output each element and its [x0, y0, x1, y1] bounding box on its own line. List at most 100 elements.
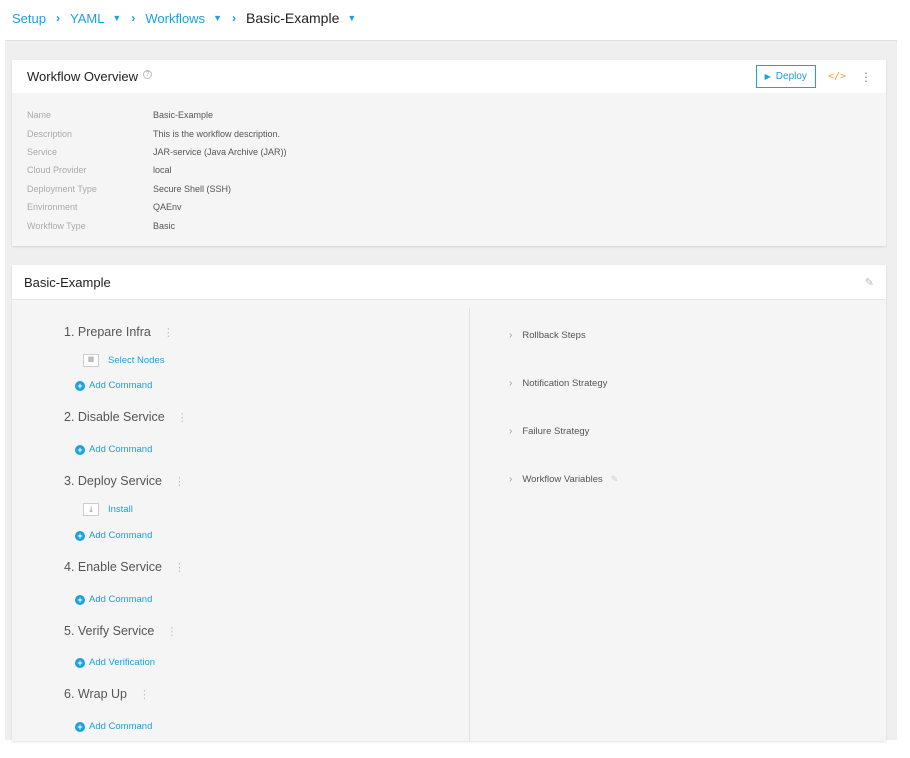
property-label: Name: [27, 110, 52, 121]
help-icon[interactable]: ?: [143, 70, 153, 79]
chevron-right-icon: ›: [509, 330, 513, 341]
add-label: Add Command: [89, 721, 153, 732]
add-command-link[interactable]: + Add Command: [75, 721, 152, 732]
property-value: local: [153, 165, 172, 176]
property-row: Deployment Type Secure Shell (SSH): [27, 180, 871, 198]
workflow-title: Basic-Example: [24, 274, 111, 290]
phase-enable-service[interactable]: 4. Enable Service ⋮: [64, 560, 185, 574]
deploy-button[interactable]: ▶ Deploy: [755, 65, 816, 88]
more-options-icon[interactable]: ⋮: [860, 70, 872, 84]
phase-disable-service[interactable]: 2. Disable Service ⋮: [64, 410, 188, 424]
caret-down-icon[interactable]: ▼: [112, 13, 121, 23]
phase-label: 6. Wrap Up: [64, 687, 127, 701]
add-label: Add Command: [89, 530, 153, 541]
step-install[interactable]: ⤓ Install: [83, 503, 133, 516]
property-row: Workflow Type Basic: [27, 216, 871, 234]
chevron-right-icon: ›: [509, 426, 513, 437]
more-options-icon[interactable]: ⋮: [174, 562, 185, 574]
add-command-link[interactable]: + Add Command: [75, 380, 152, 391]
more-options-icon[interactable]: ⋮: [163, 327, 174, 339]
caret-down-icon[interactable]: ▼: [347, 13, 356, 23]
add-command-link[interactable]: + Add Command: [75, 530, 152, 541]
breadcrumb: Setup › YAML ▼ › Workflows ▼ › Basic-Exa…: [12, 0, 356, 36]
plus-icon: +: [75, 594, 85, 605]
plus-icon: +: [75, 530, 85, 541]
property-label: Deployment Type: [27, 183, 97, 194]
phase-label: 3. Deploy Service: [64, 474, 162, 488]
breadcrumb-current: Basic-Example: [245, 10, 340, 26]
property-row: Service JAR-service (Java Archive (JAR)): [27, 143, 871, 161]
side-item-label: Workflow Variables: [522, 474, 603, 485]
caret-down-icon[interactable]: ▼: [213, 13, 222, 23]
download-icon: ⤓: [83, 503, 99, 516]
plus-icon: +: [75, 444, 85, 455]
edit-pencil-icon[interactable]: ✎: [611, 474, 619, 485]
property-row: Cloud Provider local: [27, 161, 871, 179]
phase-deploy-service[interactable]: 3. Deploy Service ⋮: [64, 474, 185, 488]
property-label: Cloud Provider: [27, 165, 87, 176]
property-row: Name Basic-Example: [27, 106, 871, 124]
breadcrumb-setup[interactable]: Setup: [12, 11, 46, 26]
step-label: Select Nodes: [108, 355, 165, 366]
property-value: This is the workflow description.: [153, 128, 281, 139]
property-label: Environment: [27, 202, 78, 213]
rollback-steps-toggle[interactable]: › Rollback Steps: [509, 330, 586, 341]
phase-wrap-up[interactable]: 6. Wrap Up ⋮: [64, 687, 150, 701]
overview-actions: ▶ Deploy </> ⋮: [755, 65, 872, 88]
breadcrumb-yaml[interactable]: YAML: [70, 11, 104, 26]
chevron-right-icon: ›: [509, 474, 513, 485]
property-value: JAR-service (Java Archive (JAR)): [153, 146, 287, 157]
workflow-variables-toggle[interactable]: › Workflow Variables ✎: [509, 474, 618, 485]
add-label: Add Command: [89, 380, 153, 391]
phase-label: 2. Disable Service: [64, 410, 165, 424]
property-label: Description: [27, 128, 73, 139]
property-label: Service: [27, 146, 58, 157]
breadcrumb-workflows[interactable]: Workflows: [145, 11, 205, 26]
phase-label: 5. Verify Service: [64, 624, 155, 638]
plus-icon: +: [75, 380, 85, 391]
add-command-link[interactable]: + Add Command: [75, 594, 152, 605]
failure-strategy-toggle[interactable]: › Failure Strategy: [509, 426, 589, 437]
step-label: Install: [108, 504, 133, 515]
plus-icon: +: [75, 657, 85, 668]
add-command-link[interactable]: + Add Command: [75, 444, 152, 455]
add-verification-link[interactable]: + Add Verification: [75, 657, 155, 668]
chevron-right-icon: ›: [231, 11, 236, 25]
more-options-icon[interactable]: ⋮: [166, 626, 177, 638]
edit-pencil-icon[interactable]: ✎: [865, 276, 874, 289]
plus-icon: +: [75, 721, 85, 732]
workflow-body: 1. Prepare Infra ⋮ ‖‖ Select Nodes + Add …: [12, 300, 886, 741]
chevron-right-icon: ›: [131, 11, 136, 25]
more-options-icon[interactable]: ⋮: [174, 476, 185, 488]
chevron-right-icon: ›: [55, 11, 60, 25]
property-value: Basic: [153, 220, 176, 231]
phase-verify-service[interactable]: 5. Verify Service ⋮: [64, 624, 177, 638]
more-options-icon[interactable]: ⋮: [177, 412, 188, 424]
step-select-nodes[interactable]: ‖‖ Select Nodes: [83, 354, 165, 367]
property-row: Description This is the workflow descrip…: [27, 124, 871, 142]
add-label: Add Command: [89, 594, 153, 605]
property-value: Secure Shell (SSH): [153, 183, 232, 194]
notification-strategy-toggle[interactable]: › Notification Strategy: [509, 378, 607, 389]
overview-title: Workflow Overview: [27, 69, 139, 84]
side-item-label: Notification Strategy: [522, 378, 608, 389]
property-value: Basic-Example: [153, 110, 214, 121]
phase-label: 1. Prepare Infra: [64, 325, 151, 339]
deploy-label: Deploy: [775, 71, 807, 82]
workflow-overview-card: Workflow Overview ? ▶ Deploy </> ⋮ Name …: [12, 60, 886, 246]
workflow-header: Basic-Example ✎: [12, 265, 886, 300]
property-label: Workflow Type: [27, 220, 86, 231]
side-item-label: Rollback Steps: [522, 330, 586, 341]
add-label: Add Verification: [89, 657, 156, 668]
phase-label: 4. Enable Service: [64, 560, 162, 574]
column-divider: [469, 308, 470, 741]
phase-prepare-infra[interactable]: 1. Prepare Infra ⋮: [64, 325, 174, 339]
workflow-canvas: Workflow Overview ? ▶ Deploy </> ⋮ Name …: [5, 40, 897, 741]
more-options-icon[interactable]: ⋮: [139, 689, 150, 701]
chevron-right-icon: ›: [509, 378, 513, 389]
nodes-icon: ‖‖: [83, 354, 99, 367]
code-icon[interactable]: </>: [828, 71, 846, 82]
add-label: Add Command: [89, 444, 153, 455]
side-item-label: Failure Strategy: [522, 426, 590, 437]
workflow-card: Basic-Example ✎ 1. Prepare Infra ⋮ ‖‖ Sel…: [12, 265, 886, 741]
